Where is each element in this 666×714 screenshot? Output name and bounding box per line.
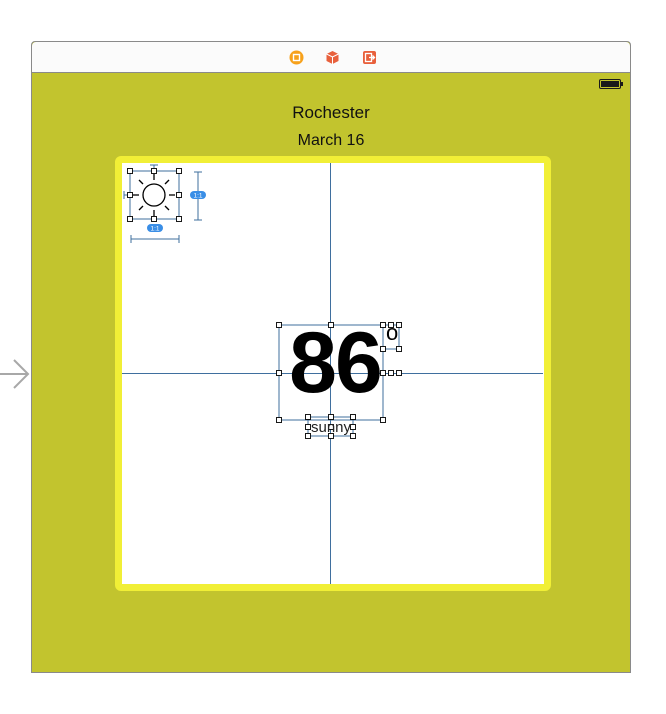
first-responder-icon[interactable] [325, 50, 340, 65]
aspect-ratio-badge-vertical[interactable]: 1:1 [193, 192, 202, 199]
storyboard-entry-arrow-icon [0, 359, 30, 389]
exit-icon[interactable] [362, 50, 377, 65]
view-controller-scene[interactable]: Rochester March 16 1:1 1:1 86 o sunny [31, 41, 631, 673]
view-controller-icon[interactable] [289, 50, 304, 65]
condition-label[interactable]: sunny [305, 419, 357, 436]
city-label[interactable]: Rochester [32, 103, 630, 123]
temperature-label[interactable]: 86 [280, 320, 390, 406]
degree-label[interactable]: o [386, 321, 398, 345]
weather-card-view[interactable]: 1:1 1:1 86 o sunny [115, 156, 551, 591]
sun-icon[interactable]: 1:1 1:1 [122, 163, 222, 253]
date-label[interactable]: March 16 [32, 132, 630, 150]
scene-dock [32, 42, 630, 73]
battery-icon [599, 79, 623, 89]
aspect-ratio-badge-horizontal[interactable]: 1:1 [150, 225, 159, 232]
